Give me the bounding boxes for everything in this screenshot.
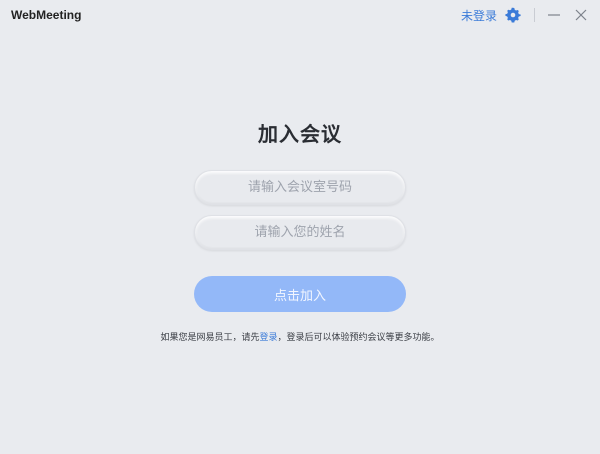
app-title: WebMeeting [11, 8, 82, 22]
meeting-id-input[interactable] [194, 170, 406, 205]
login-status-link[interactable]: 未登录 [461, 7, 497, 24]
join-button[interactable]: 点击加入 [194, 276, 406, 312]
minimize-icon[interactable] [545, 6, 563, 24]
titlebar-divider [534, 8, 535, 22]
close-icon[interactable] [572, 6, 590, 24]
name-input[interactable] [194, 215, 406, 250]
login-hint: 如果您是网易员工，请先登录，登录后可以体验预约会议等更多功能。 [0, 330, 600, 343]
hint-prefix: 如果您是网易员工，请先 [160, 333, 260, 343]
page-title: 加入会议 [258, 122, 342, 146]
app-window: WebMeeting 未登录 加入会议 点击加入 如果您是网易员工，请先登录，登… [0, 0, 600, 454]
title-bar: WebMeeting 未登录 [0, 0, 600, 30]
hint-login-link[interactable]: 登录 [259, 333, 277, 343]
gear-icon[interactable] [505, 7, 521, 23]
hint-suffix: ，登录后可以体验预约会议等更多功能。 [277, 333, 440, 343]
